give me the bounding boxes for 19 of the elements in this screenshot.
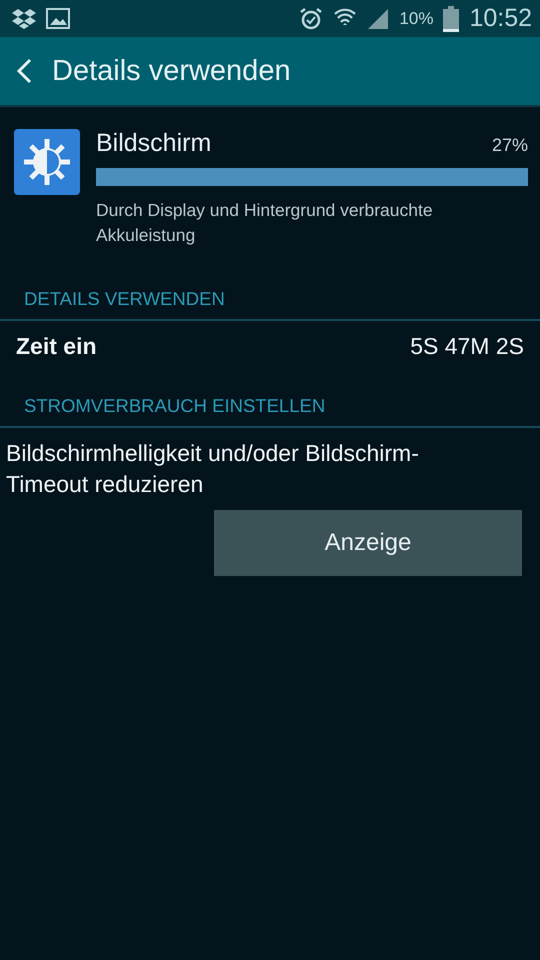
brightness-icon [14,129,80,195]
clock-time: 10:52 [469,4,532,33]
usage-percentage: 27% [492,135,528,156]
battery-percentage: 10% [399,8,434,28]
app-name: Bildschirm [96,129,212,158]
detail-label: Zeit ein [16,333,97,361]
signal-icon [367,8,390,30]
alarm-clock-icon [299,6,324,30]
image-icon [46,8,70,29]
screen-title: Details verwenden [52,54,291,88]
power-tip-text: Bildschirmhelligkeit und/oder Bildschirm-Timeout reduzieren [6,439,420,499]
display-button[interactable]: Anzeige [214,510,522,576]
dropbox-icon [12,8,36,30]
battery-icon [443,6,460,32]
section-heading: DETAILS VERWENDEN [0,288,540,321]
section-heading: STROMVERBRAUCH EINSTELLEN [0,395,540,428]
usage-description: Durch Display und Hintergrund verbrauchte Akkuleistung [96,199,434,247]
back-icon [16,58,32,84]
detail-value: 5S 47M 2S [410,333,524,361]
